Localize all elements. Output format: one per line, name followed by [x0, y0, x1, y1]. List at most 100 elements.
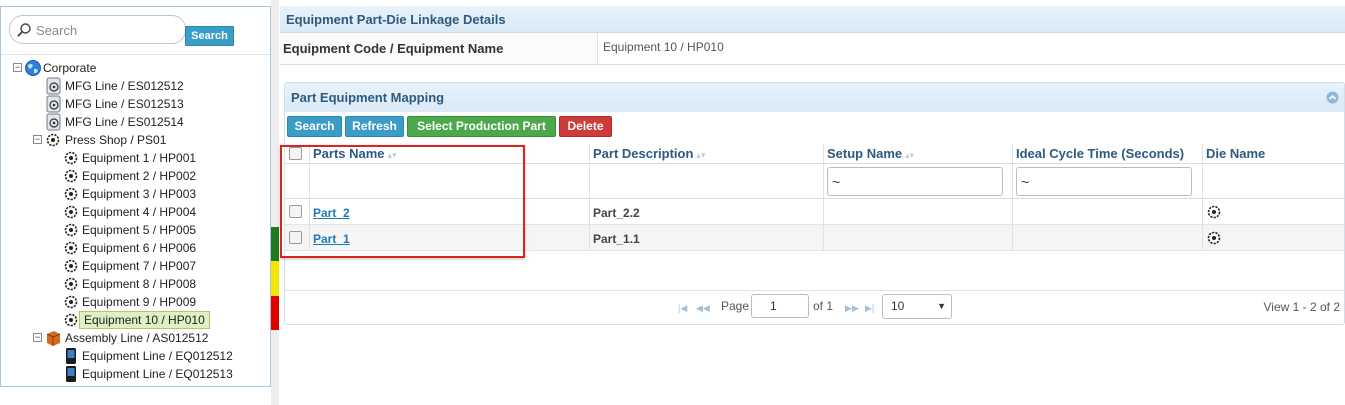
tree-node-mfg-line-es012513[interactable]: MFG Line / ES012513	[45, 95, 195, 113]
details-row: Equipment Code / Equipment Name Equipmen…	[280, 33, 1345, 65]
col-header-part-description[interactable]: Part Description ▴▾	[590, 144, 824, 163]
details-panel-title: Equipment Part-Die Linkage Details	[280, 6, 1345, 33]
equipment-code-label: Equipment Code / Equipment Name	[280, 33, 598, 64]
status-indicator-green	[271, 227, 279, 261]
annotation-highlight-box	[280, 145, 525, 258]
gear-icon	[64, 223, 78, 237]
search-button[interactable]: Search	[287, 116, 342, 137]
tree-node-label: MFG Line / ES012513	[65, 97, 184, 111]
panel-splitter[interactable]	[271, 0, 279, 405]
production-line-icon	[46, 95, 61, 113]
part-description: Part_1.1	[593, 232, 640, 246]
production-line-icon	[46, 77, 61, 95]
tree-node-label: Corporate	[43, 61, 97, 75]
chevron-down-icon: ▼	[937, 301, 946, 311]
tree-node-label: Equipment 5 / HP005	[82, 223, 197, 237]
tree-search-input[interactable]	[34, 21, 179, 39]
tree-node-equipment-6[interactable]: Equipment 6 / HP006	[62, 239, 212, 257]
gear-icon	[64, 151, 78, 165]
device-icon	[66, 348, 76, 364]
tree-node-label: MFG Line / ES012514	[65, 115, 184, 129]
tree-node-label: MFG Line / ES012512	[65, 79, 184, 93]
rows-per-page-select[interactable]: 10 ▼	[882, 294, 952, 319]
delete-button[interactable]: Delete	[559, 116, 612, 137]
globe-icon	[25, 60, 41, 76]
hierarchy-tree-panel: Search − Corporate MFG Line / ES012512 M…	[0, 6, 271, 387]
tree-node-equipment-10[interactable]: Equipment 10 / HP010	[62, 311, 212, 329]
tree-node-equipment-4[interactable]: Equipment 4 / HP004	[62, 203, 212, 221]
tree-node-label: Equipment 6 / HP006	[82, 241, 197, 255]
last-page-icon[interactable]: ▶|	[865, 303, 874, 314]
tree-node-label: Equipment Line / EQ012513	[82, 367, 233, 381]
gear-icon	[46, 133, 60, 147]
tree-node-label-selected: Equipment 10 / HP010	[79, 311, 210, 329]
gear-icon	[64, 241, 78, 255]
tree-search-button[interactable]: Search	[185, 26, 234, 46]
setup-name-filter-input[interactable]	[827, 167, 1003, 196]
tree-node-equipment-7[interactable]: Equipment 7 / HP007	[62, 257, 212, 275]
part-description: Part_2.2	[593, 206, 640, 220]
tree-node-mfg-line-es012514[interactable]: MFG Line / ES012514	[45, 113, 195, 131]
tree-node-label: Equipment 1 / HP001	[82, 151, 197, 165]
divider	[1, 54, 270, 55]
collapse-panel-icon[interactable]	[1326, 91, 1339, 104]
collapse-toggle[interactable]: −	[13, 63, 22, 72]
refresh-button[interactable]: Refresh	[345, 116, 404, 137]
device-icon	[66, 366, 76, 382]
tree-node-equipment-5[interactable]: Equipment 5 / HP005	[62, 221, 212, 239]
grid-pager: |◀ ◀◀ Page 1 of 1 ▶▶ ▶| 10 ▼ View 1 - 2 o…	[285, 290, 1344, 324]
col-header-setup-name[interactable]: Setup Name ▴▾	[824, 144, 1013, 163]
next-page-icon[interactable]: ▶▶	[845, 303, 859, 314]
gear-icon	[64, 313, 78, 327]
page-label: Page	[721, 299, 750, 313]
page-number-input[interactable]: 1	[751, 294, 809, 318]
prev-page-icon[interactable]: ◀◀	[696, 303, 710, 314]
gear-icon	[64, 295, 78, 309]
tree-node-equipment-1[interactable]: Equipment 1 / HP001	[62, 149, 212, 167]
status-indicator-yellow	[271, 261, 279, 296]
tree-node-equipment-9[interactable]: Equipment 9 / HP009	[62, 293, 212, 311]
tree-node-equipment-3[interactable]: Equipment 3 / HP003	[62, 185, 212, 203]
tree-node-label: Equipment 2 / HP002	[82, 169, 197, 183]
tree-node-label: Equipment 8 / HP008	[82, 277, 197, 291]
cycle-time-filter-input[interactable]	[1016, 167, 1192, 196]
tree-node-label: Equipment 9 / HP009	[82, 295, 197, 309]
mapping-panel-title: Part Equipment Mapping	[285, 83, 1344, 112]
tree-node-label: Assembly Line / AS012512	[65, 331, 209, 345]
gear-icon	[64, 205, 78, 219]
tree-node-equipment-line-eq012512[interactable]: Equipment Line / EQ012512	[62, 347, 242, 365]
col-header-ideal-cycle-time[interactable]: Ideal Cycle Time (Seconds)	[1013, 144, 1203, 163]
sort-icon[interactable]: ▴▾	[905, 150, 914, 160]
select-production-part-button[interactable]: Select Production Part	[407, 116, 556, 137]
tree-node-equipment-8[interactable]: Equipment 8 / HP008	[62, 275, 212, 293]
tree-node-label: Equipment 7 / HP007	[82, 259, 197, 273]
die-gear-icon[interactable]	[1205, 229, 1223, 247]
sort-icon[interactable]: ▴▾	[696, 150, 705, 160]
status-indicator-red	[271, 296, 279, 330]
tree-node-corporate[interactable]: − Corporate	[13, 59, 133, 77]
tree-node-label: Equipment Line / EQ012512	[82, 349, 233, 363]
collapse-toggle[interactable]: −	[33, 135, 42, 144]
gear-icon	[64, 259, 78, 273]
gear-icon	[64, 277, 78, 291]
records-view-label: View 1 - 2 of 2	[1263, 300, 1341, 314]
tree-node-label: Equipment 4 / HP004	[82, 205, 197, 219]
tree-node-equipment-2[interactable]: Equipment 2 / HP002	[62, 167, 212, 185]
first-page-icon[interactable]: |◀	[678, 303, 687, 314]
tree-node-mfg-line-es012512[interactable]: MFG Line / ES012512	[45, 77, 195, 95]
die-gear-icon[interactable]	[1205, 203, 1223, 221]
box-icon	[46, 331, 61, 346]
tree-node-assembly-line[interactable]: − Assembly Line / AS012512	[33, 329, 213, 347]
page-count-label: of 1	[813, 299, 834, 313]
equipment-code-value: Equipment 10 / HP010	[603, 40, 724, 54]
gear-icon	[64, 169, 78, 183]
tree-search-box	[9, 15, 186, 44]
col-header-die-name[interactable]: Die Name	[1203, 144, 1344, 163]
tree-node-label: Equipment 3 / HP003	[82, 187, 197, 201]
collapse-toggle[interactable]: −	[33, 333, 42, 342]
gear-icon	[64, 187, 78, 201]
tree-node-equipment-line-eq012513[interactable]: Equipment Line / EQ012513	[62, 365, 242, 383]
search-icon	[17, 23, 31, 37]
production-line-icon	[46, 113, 61, 131]
tree-node-press-shop[interactable]: − Press Shop / PS01	[33, 131, 183, 149]
